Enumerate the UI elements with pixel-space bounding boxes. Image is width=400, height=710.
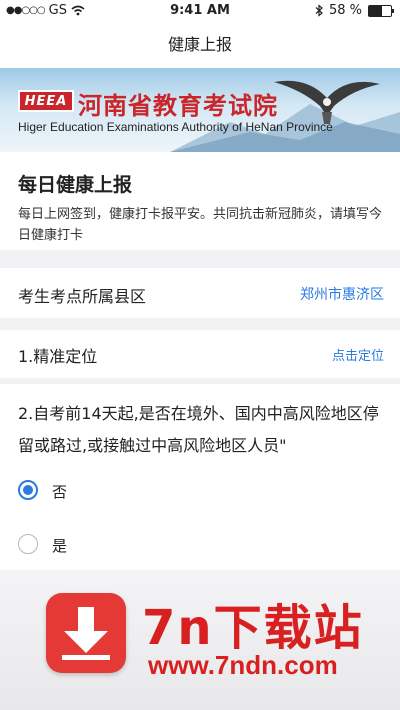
county-row[interactable]: 考生考点所属县区 郑州市惠济区: [0, 268, 400, 318]
radio-yes[interactable]: [18, 534, 38, 554]
battery-icon: [368, 4, 394, 17]
watermark-area: 7n下载站 www.7ndn.com: [0, 570, 400, 710]
download-logo-icon: [46, 593, 126, 673]
option-no-label[interactable]: 否: [52, 481, 67, 502]
nav-bar: 健康上报: [0, 22, 400, 68]
question-2-text: 2.自考前14天起,是否在境外、国内中高风险地区停留或路过,或接触过中高风险地区…: [18, 404, 379, 455]
intro-card: 每日健康上报 每日上网签到，健康打卡报平安。共同抗击新冠肺炎，请填写今日健康打卡: [0, 152, 400, 250]
intro-description: 每日上网签到，健康打卡报平安。共同抗击新冠肺炎，请填写今日健康打卡: [18, 207, 383, 243]
watermark-url: www.7ndn.com: [148, 650, 338, 680]
battery-percent: 58 %: [328, 3, 362, 18]
county-label: 考生考点所属县区: [18, 287, 147, 306]
watermark-name: 7n下载站: [142, 600, 364, 656]
question-2-card: 2.自考前14天起,是否在境外、国内中高风险地区停留或路过,或接触过中高风险地区…: [0, 384, 400, 570]
banner-title: 河南省教育考试院: [78, 91, 278, 120]
location-row: 1.精准定位 点击定位: [0, 330, 400, 378]
status-right: 58 %: [315, 3, 394, 18]
page-title: 健康上报: [167, 35, 232, 54]
location-label: 1.精准定位: [18, 347, 98, 366]
heea-logo: HEEA: [18, 90, 74, 112]
option-yes-label[interactable]: 是: [52, 535, 67, 556]
banner-subtitle: Higer Education Examinations Authority o…: [18, 120, 333, 134]
header-banner: HEEA 河南省教育考试院 Higer Education Examinatio…: [0, 68, 400, 152]
status-bar: ●●○○○ GS 9:41 AM 58 %: [0, 0, 400, 22]
intro-title: 每日健康上报: [18, 174, 133, 196]
bluetooth-icon: [315, 4, 323, 17]
county-value[interactable]: 郑州市惠济区: [300, 284, 384, 304]
radio-no[interactable]: [18, 480, 38, 500]
locate-button[interactable]: 点击定位: [332, 345, 384, 364]
battery-fill: [369, 5, 382, 16]
